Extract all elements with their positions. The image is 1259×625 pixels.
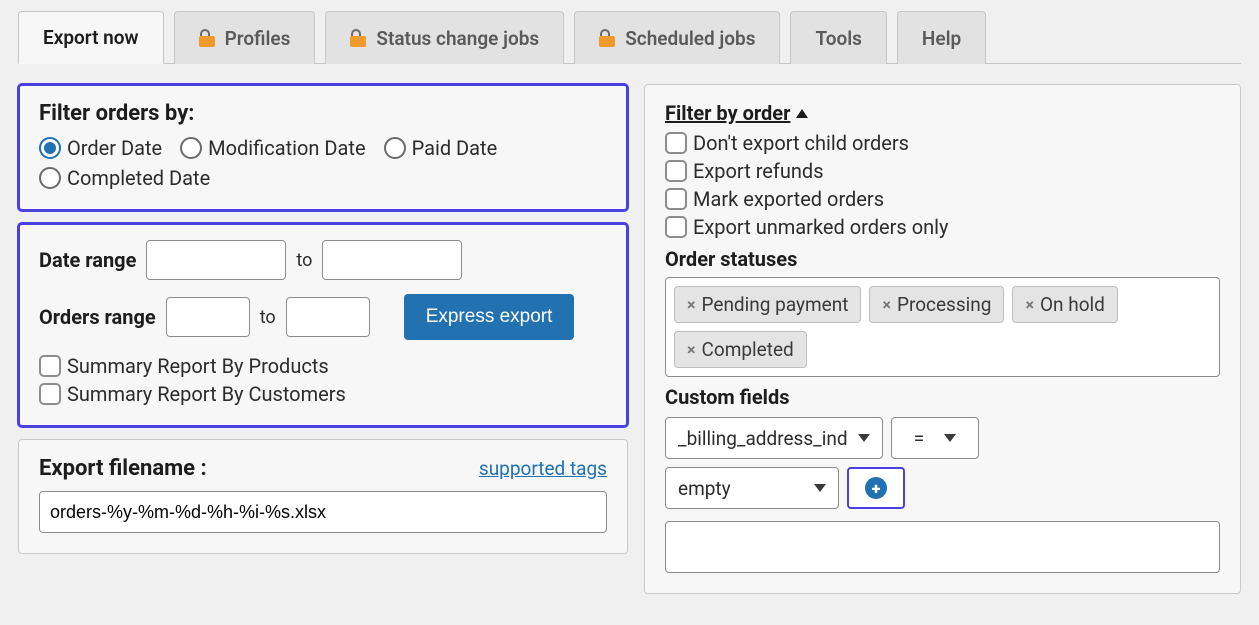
status-chip-pending[interactable]: × Pending payment (674, 286, 861, 323)
radio-modification-date[interactable]: Modification Date (180, 136, 365, 160)
caret-up-icon (796, 109, 808, 118)
tab-status-change-jobs[interactable]: Status change jobs (325, 11, 564, 64)
date-range-row: Date range to (39, 240, 607, 280)
tab-label: Scheduled jobs (625, 27, 755, 50)
radio-order-date[interactable]: Order Date (39, 136, 162, 160)
orders-range-from[interactable] (166, 297, 250, 337)
filter-by-order-header[interactable]: Filter by order (665, 101, 808, 125)
chip-label: Completed (702, 338, 794, 361)
filter-orders-by-panel: Filter orders by: Order Date Modificatio… (18, 84, 628, 211)
to-word: to (296, 250, 312, 271)
chip-label: On hold (1040, 293, 1105, 316)
orders-range-label: Orders range (39, 305, 156, 329)
filter-orders-by-title: Filter orders by: (39, 101, 607, 126)
filter-by-order-header-label: Filter by order (665, 101, 790, 125)
filter-date-type-radios: Order Date Modification Date Paid Date C… (39, 136, 607, 190)
radio-label: Completed Date (67, 166, 210, 190)
orders-range-row: Orders range to Express export (39, 294, 607, 340)
tab-label: Help (922, 27, 961, 50)
custom-fields-label: Custom fields (665, 385, 1220, 409)
chip-label: Processing (897, 293, 992, 316)
orders-range-to[interactable] (286, 297, 370, 337)
status-chip-processing[interactable]: × Processing (869, 286, 1004, 323)
check-label: Summary Report By Customers (67, 382, 346, 406)
nav-tabs: Export now Profiles Status change jobs S… (18, 0, 1241, 64)
export-filename-label: Export filename : (39, 456, 207, 481)
custom-field-result-box[interactable] (665, 521, 1220, 573)
check-label: Summary Report By Products (67, 354, 329, 378)
check-dont-export-child[interactable]: Don't export child orders (665, 131, 1220, 155)
export-filename-panel: Export filename : supported tags (18, 439, 628, 554)
tab-tools[interactable]: Tools (790, 11, 886, 64)
check-label: Export refunds (693, 159, 824, 183)
tab-help[interactable]: Help (897, 11, 986, 64)
supported-tags-link[interactable]: supported tags (479, 457, 607, 480)
check-mark-exported[interactable]: Mark exported orders (665, 187, 1220, 211)
custom-field-operator-select[interactable]: = (891, 417, 979, 459)
status-chip-completed[interactable]: × Completed (674, 331, 807, 368)
check-label: Don't export child orders (693, 131, 909, 155)
check-label: Mark exported orders (693, 187, 884, 211)
radio-completed-date[interactable]: Completed Date (39, 166, 210, 190)
order-statuses-label: Order statuses (665, 247, 1220, 271)
chevron-down-icon (814, 484, 826, 492)
remove-icon[interactable]: × (1025, 295, 1034, 314)
select-value: _billing_address_index (678, 427, 848, 450)
lock-icon (350, 29, 366, 47)
plus-circle-icon: + (865, 477, 887, 499)
chevron-down-icon (858, 434, 870, 442)
custom-field-name-select[interactable]: _billing_address_index (665, 417, 883, 459)
tab-label: Tools (815, 27, 861, 50)
tab-profiles[interactable]: Profiles (174, 11, 316, 64)
radio-label: Order Date (67, 136, 162, 160)
filter-by-order-panel: Filter by order Don't export child order… (644, 84, 1241, 594)
select-value: empty (678, 477, 731, 500)
custom-field-value-select[interactable]: empty (665, 467, 839, 509)
date-range-from[interactable] (146, 240, 286, 280)
export-filename-input[interactable] (39, 491, 607, 533)
radio-label: Modification Date (208, 136, 365, 160)
tab-scheduled-jobs[interactable]: Scheduled jobs (574, 11, 780, 64)
to-word: to (260, 307, 276, 328)
status-chip-on-hold[interactable]: × On hold (1012, 286, 1117, 323)
tab-label: Profiles (225, 27, 291, 50)
lock-icon (599, 29, 615, 47)
remove-icon[interactable]: × (882, 295, 891, 314)
lock-icon (199, 29, 215, 47)
date-range-to[interactable] (322, 240, 462, 280)
check-export-unmarked-only[interactable]: Export unmarked orders only (665, 215, 1220, 239)
radio-paid-date[interactable]: Paid Date (384, 136, 498, 160)
date-range-label: Date range (39, 248, 136, 272)
summary-by-customers-check[interactable]: Summary Report By Customers (39, 382, 607, 406)
add-custom-field-button[interactable]: + (847, 467, 905, 509)
radio-label: Paid Date (412, 136, 498, 160)
check-label: Export unmarked orders only (693, 215, 948, 239)
tab-export-now[interactable]: Export now (18, 11, 164, 64)
tab-label: Export now (43, 26, 139, 49)
chevron-down-icon (944, 434, 956, 442)
check-export-refunds[interactable]: Export refunds (665, 159, 1220, 183)
ranges-panel: Date range to Orders range to Express ex… (18, 223, 628, 427)
chip-label: Pending payment (702, 293, 849, 316)
select-value: = (914, 427, 924, 450)
tab-label: Status change jobs (376, 27, 539, 50)
summary-by-products-check[interactable]: Summary Report By Products (39, 354, 607, 378)
order-statuses-select[interactable]: × Pending payment × Processing × On hold × C… (665, 277, 1220, 377)
remove-icon[interactable]: × (687, 340, 696, 359)
express-export-button[interactable]: Express export (404, 294, 575, 340)
remove-icon[interactable]: × (687, 295, 696, 314)
